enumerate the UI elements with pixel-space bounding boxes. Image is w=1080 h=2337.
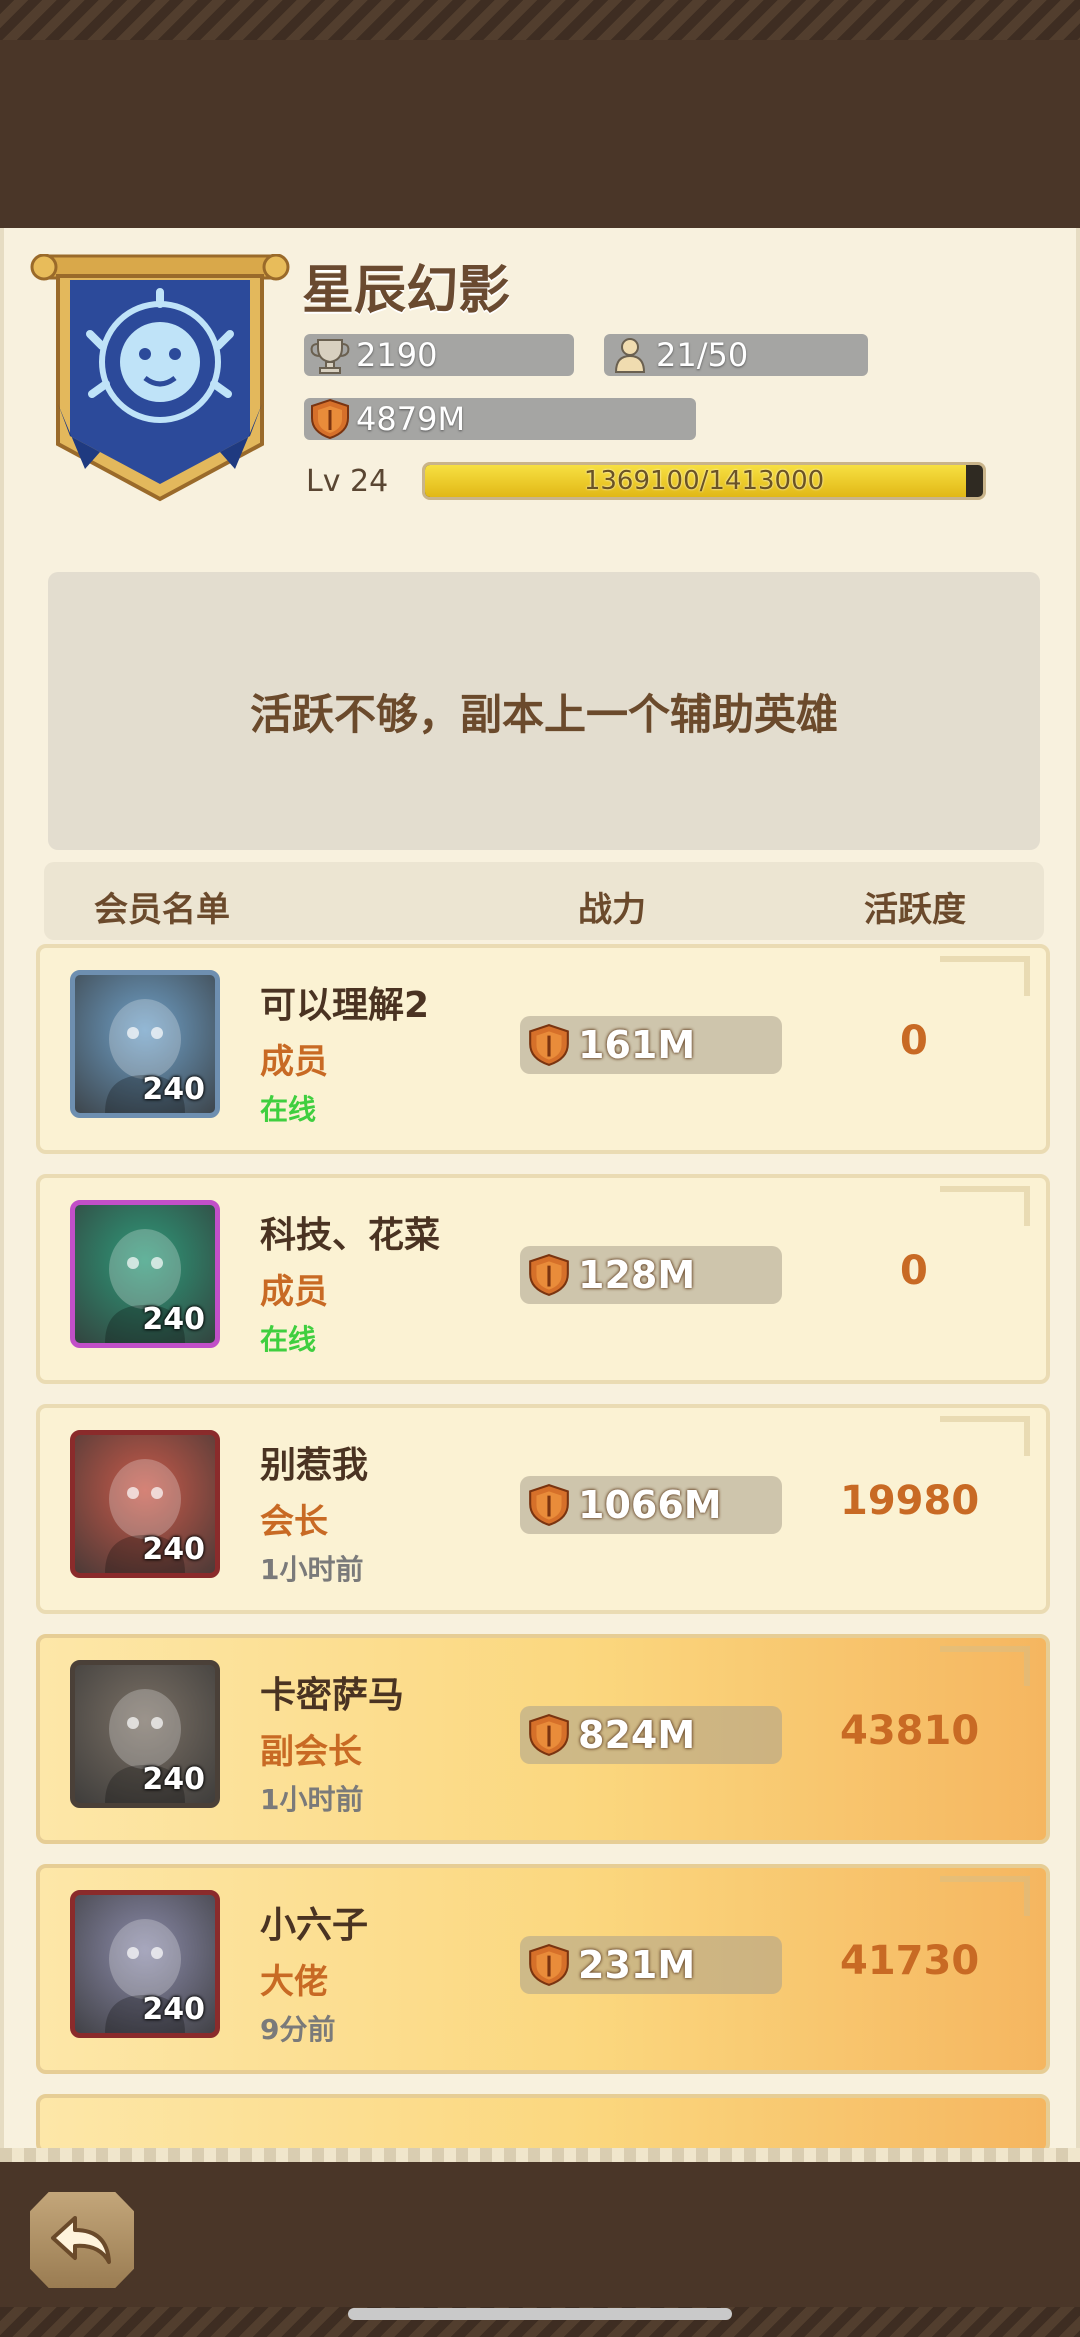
shield-icon	[311, 398, 349, 440]
member-name: 可以理解2	[260, 985, 430, 1026]
member-activity: 41730	[840, 1938, 980, 1984]
card-corner-ornament	[940, 1186, 1030, 1226]
header-activity: 活跃度	[864, 890, 966, 930]
member-activity: 0	[900, 1018, 928, 1064]
member-role: 成员	[260, 1042, 328, 1082]
level-prefix: Lv	[306, 464, 341, 499]
member-name: 科技、花菜	[260, 1215, 441, 1256]
avatar-level: 240	[142, 1532, 205, 1567]
guild-banner[interactable]	[30, 253, 290, 504]
member-power: 231M	[520, 1936, 782, 1994]
back-arrow-icon	[51, 2216, 111, 2264]
member-activity: 0	[900, 1248, 928, 1294]
shield-icon	[529, 1484, 569, 1526]
shield-icon	[529, 1944, 569, 1986]
card-corner-ornament	[940, 956, 1030, 996]
member-power: 161M	[520, 1016, 782, 1074]
member-power: 128M	[520, 1246, 782, 1304]
member-role: 大佬	[260, 1962, 328, 2002]
member-power-value: 161M	[578, 1023, 696, 1067]
trophy-value: 2190	[356, 336, 438, 374]
avatar-level: 240	[142, 1992, 205, 2027]
member-power: 824M	[520, 1706, 782, 1764]
member-power-value: 231M	[578, 1943, 696, 1987]
member-row[interactable]: 240 卡密萨马 副会长 1小时前 824M 43810	[36, 1634, 1050, 1844]
lion-emblem-icon	[30, 253, 290, 502]
trophy-stat: 2190	[304, 334, 574, 376]
person-icon	[614, 338, 646, 373]
bottom-bar	[0, 2148, 1080, 2337]
guild-power-value: 4879M	[356, 400, 466, 438]
member-power-value: 824M	[578, 1713, 696, 1757]
avatar-level: 240	[142, 1302, 205, 1337]
member-row[interactable]: 240 别惹我 会长 1小时前 1066M 19980	[36, 1404, 1050, 1614]
card-corner-ornament	[940, 1876, 1030, 1916]
member-status: 9分前	[260, 2013, 336, 2046]
trophy-icon	[310, 339, 350, 374]
top-bar	[0, 0, 1080, 228]
member-status: 在线	[260, 1323, 317, 1356]
home-indicator[interactable]	[348, 2308, 732, 2320]
xp-progress-bar: 1369100/1413000	[422, 462, 986, 500]
member-activity: 43810	[840, 1708, 980, 1754]
card-corner-ornament	[940, 1416, 1030, 1456]
member-count-stat: 21/50	[604, 334, 868, 376]
back-button[interactable]	[30, 2192, 134, 2288]
member-avatar[interactable]: 240	[70, 970, 220, 1118]
avatar-level: 240	[142, 1762, 205, 1797]
member-name: 别惹我	[260, 1445, 369, 1486]
member-avatar[interactable]: 240	[70, 1200, 220, 1348]
avatar-level: 240	[142, 1072, 205, 1107]
header-member: 会员名单	[94, 890, 230, 930]
guild-power-stat: 4879M	[304, 398, 696, 440]
member-status: 在线	[260, 1093, 317, 1126]
member-row[interactable]: 240 科技、花菜 成员 在线 128M 0	[36, 1174, 1050, 1384]
card-corner-ornament	[940, 1646, 1030, 1686]
bottom-deco	[0, 2148, 1080, 2162]
member-status: 1小时前	[260, 1553, 364, 1586]
member-avatar[interactable]: 240	[70, 1430, 220, 1578]
member-row[interactable]: 240 可以理解2 成员 在线 161M 0	[36, 944, 1050, 1154]
member-row-partial[interactable]	[36, 2094, 1050, 2148]
member-role: 会长	[260, 1502, 328, 1542]
shield-icon	[529, 1714, 569, 1756]
member-name: 卡密萨马	[260, 1675, 405, 1716]
xp-text: 1369100/1413000	[583, 466, 825, 496]
member-list-header: 会员名单 战力 活跃度	[44, 862, 1044, 940]
level-label: Lv 24	[306, 464, 388, 499]
guild-panel: 星辰幻影 2190 21/50 4879M Lv 24 1369100/1413	[0, 228, 1080, 2148]
member-count-value: 21/50	[656, 336, 749, 374]
member-role: 副会长	[260, 1732, 362, 1772]
top-pattern	[0, 0, 1080, 40]
member-power-value: 128M	[578, 1253, 696, 1297]
guild-name: 星辰幻影	[302, 261, 511, 321]
member-power: 1066M	[520, 1476, 782, 1534]
level-value: 24	[350, 464, 389, 499]
member-avatar[interactable]: 240	[70, 1890, 220, 2038]
member-row[interactable]: 240 小六子 大佬 9分前 231M 41730	[36, 1864, 1050, 2074]
member-power-value: 1066M	[578, 1483, 722, 1527]
member-activity: 19980	[840, 1478, 980, 1524]
shield-icon	[529, 1024, 569, 1066]
shield-icon	[529, 1254, 569, 1296]
member-status: 1小时前	[260, 1783, 364, 1816]
member-name: 小六子	[260, 1905, 369, 1946]
guild-notice[interactable]: 活跃不够，副本上一个辅助英雄	[48, 572, 1040, 850]
member-role: 成员	[260, 1272, 328, 1312]
member-avatar[interactable]: 240	[70, 1660, 220, 1808]
header-power: 战力	[578, 890, 646, 930]
